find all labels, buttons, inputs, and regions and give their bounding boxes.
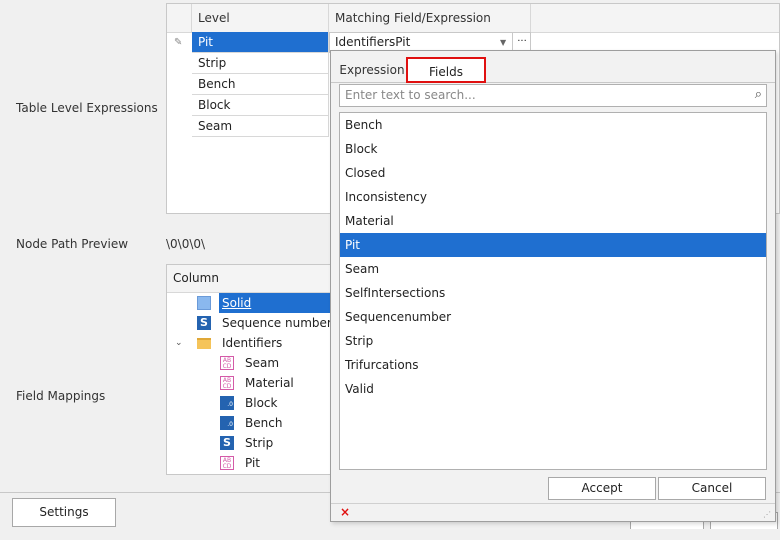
abc-icon: AB CD [220, 456, 234, 470]
search-input[interactable]: Enter text to search... ⌕ [339, 84, 767, 107]
resize-grip-icon[interactable]: ⋰ [763, 510, 771, 519]
field-picker-popup: Expression Fields Enter text to search..… [330, 50, 776, 522]
node-path-preview-value: \0\0\0\ [166, 237, 206, 251]
ellipsis-button[interactable]: ··· [512, 32, 531, 51]
node-path-preview-label: Node Path Preview [16, 237, 129, 251]
list-item[interactable]: Seam [340, 257, 766, 281]
matching-field-column-header[interactable]: Matching Field/Expression [329, 4, 531, 32]
list-item[interactable]: Bench [340, 113, 766, 137]
list-item[interactable]: Valid [340, 377, 766, 401]
table-row[interactable]: Strip [192, 53, 329, 74]
tab-expression[interactable]: Expression [336, 57, 408, 83]
list-item[interactable]: Inconsistency [340, 185, 766, 209]
field-mappings-label: Field Mappings [16, 389, 106, 403]
table-row[interactable]: Block [192, 95, 329, 116]
table-header: Level Matching Field/Expression [167, 4, 779, 33]
s-icon: S [220, 436, 234, 450]
table-row[interactable]: Bench [192, 74, 329, 95]
abc-icon: AB CD [220, 376, 234, 390]
close-icon[interactable]: × [340, 505, 350, 519]
folder-icon [197, 338, 211, 349]
chevron-down-icon[interactable]: ⌄ [175, 333, 183, 353]
table-row[interactable]: Pit [192, 32, 329, 53]
list-item[interactable]: Trifurcations [340, 353, 766, 377]
list-item[interactable]: Pit [340, 233, 766, 257]
column-tree: Column Solid S Sequence number ⌄ Identif… [166, 264, 338, 475]
solid-icon [197, 296, 211, 310]
list-item[interactable]: Material [340, 209, 766, 233]
abc-icon: AB CD [220, 356, 234, 370]
list-item[interactable]: Sequencenumber [340, 305, 766, 329]
accept-button[interactable]: Accept [548, 477, 656, 500]
tab-fields[interactable]: Fields [406, 57, 486, 83]
column-header[interactable]: Column [167, 265, 335, 293]
table-level-expressions-label: Table Level Expressions [16, 101, 158, 115]
list-item[interactable]: Block [340, 137, 766, 161]
numeric-icon: .0 [220, 396, 234, 410]
list-item[interactable]: Closed [340, 161, 766, 185]
cancel-button[interactable]: Cancel [658, 477, 766, 500]
fields-list: Bench Block Closed Inconsistency Materia… [339, 112, 767, 470]
settings-button[interactable]: Settings [12, 498, 116, 527]
numeric-icon: .0 [220, 416, 234, 430]
edit-pencil-icon: ✎ [174, 37, 183, 48]
level-column-header[interactable]: Level [192, 4, 329, 32]
list-item[interactable]: SelfIntersections [340, 281, 766, 305]
table-row[interactable]: Seam [192, 116, 329, 137]
list-item[interactable]: Strip [340, 329, 766, 353]
search-icon[interactable]: ⌕ [755, 84, 762, 105]
s-icon: S [197, 316, 211, 330]
